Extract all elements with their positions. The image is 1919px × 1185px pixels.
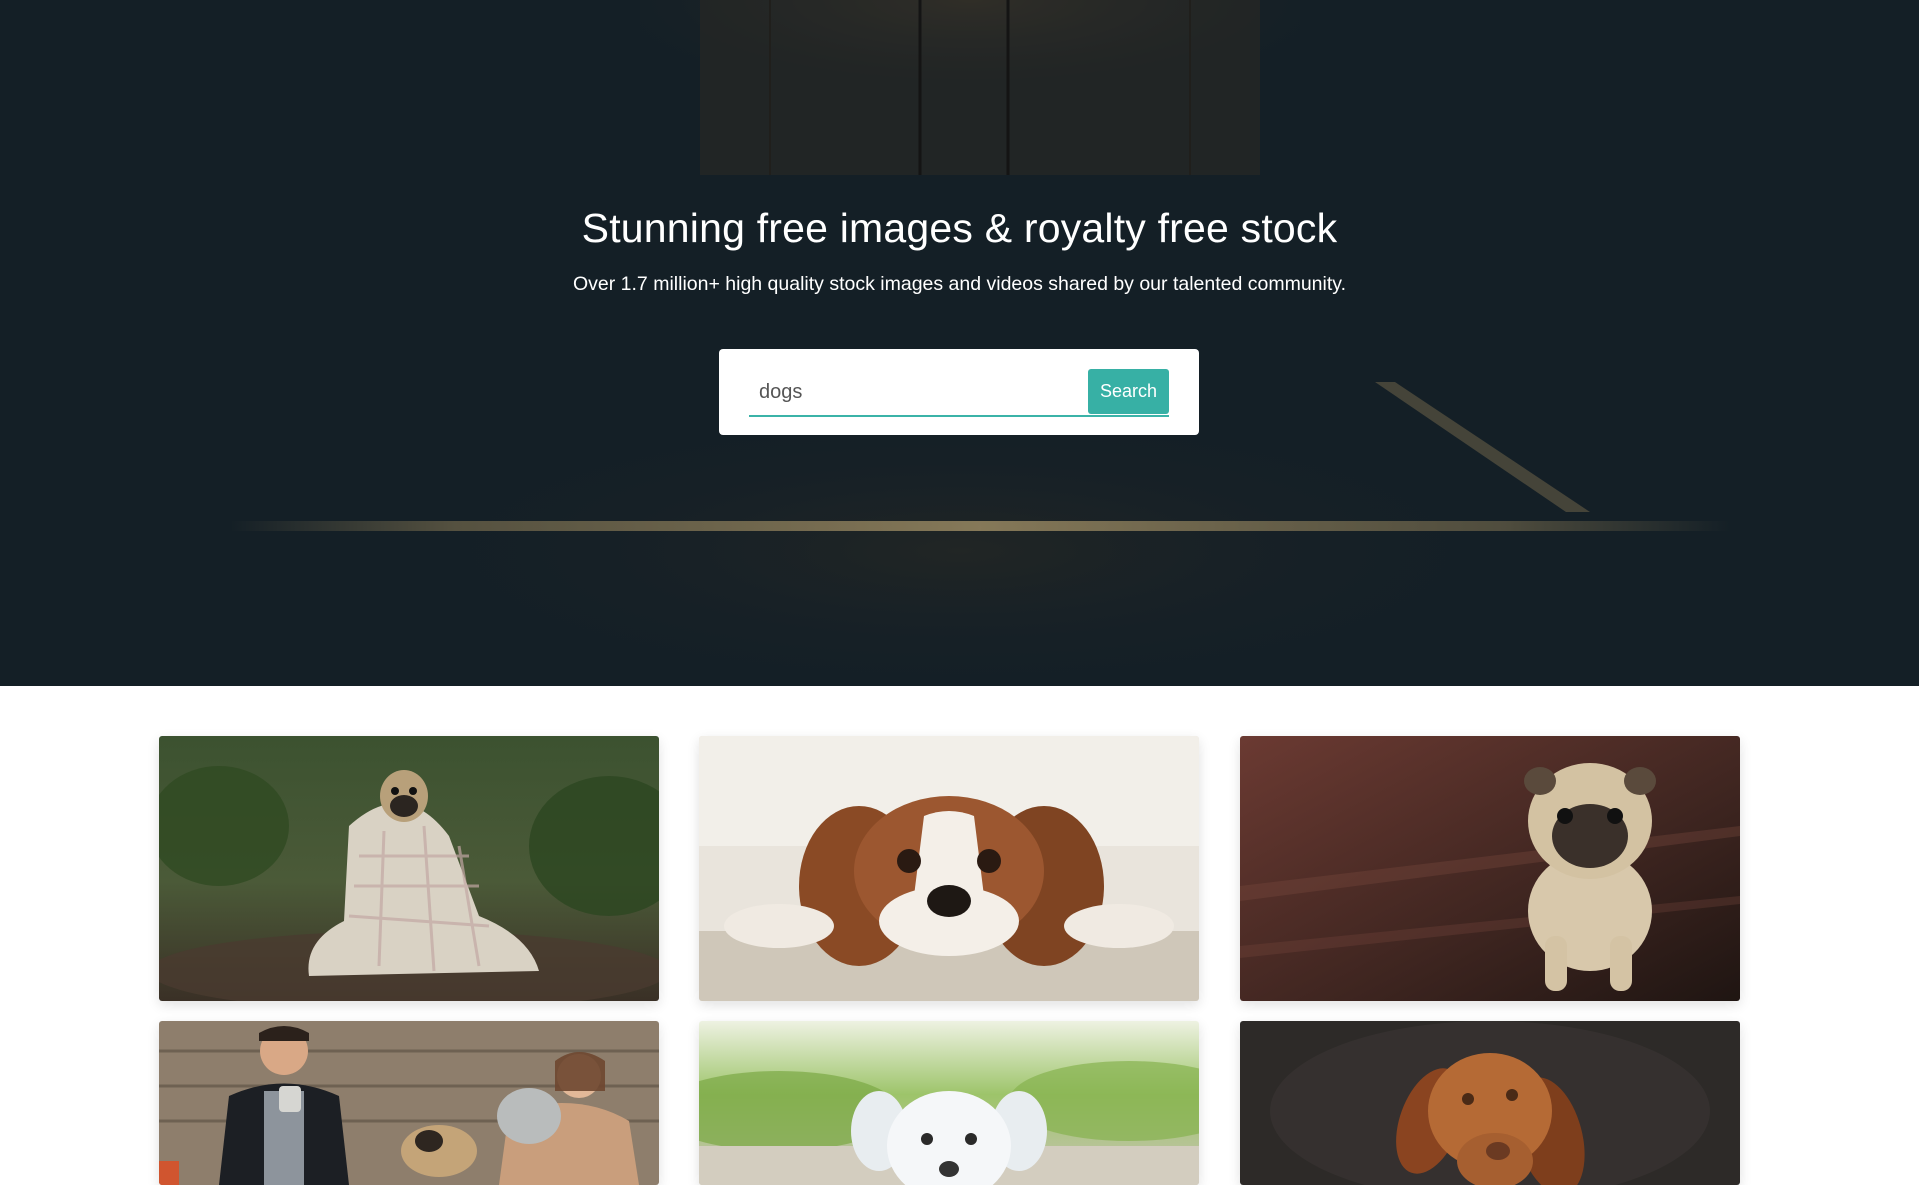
- vizsla-image: [1240, 1021, 1740, 1185]
- hero-subtitle: Over 1.7 million+ high quality stock ima…: [573, 273, 1346, 295]
- spaniel-puppy-image: [699, 736, 1199, 1001]
- search-box: Search: [719, 349, 1199, 435]
- search-input-underline: [749, 415, 1169, 417]
- hero-title: Stunning free images & royalty free stoc…: [581, 205, 1338, 251]
- gallery-image-couple-with-pug[interactable]: [159, 1021, 659, 1185]
- hero-banner: Stunning free images & royalty free stoc…: [0, 0, 1919, 686]
- search-button[interactable]: Search: [1088, 369, 1169, 414]
- white-puppy-image: [699, 1021, 1199, 1185]
- gallery-image-pug-puppy[interactable]: [1240, 736, 1740, 1001]
- pug-puppy-image: [1240, 736, 1740, 1001]
- gallery-image-pug-blanket[interactable]: [159, 736, 659, 1001]
- gallery-image-spaniel-puppy[interactable]: [699, 736, 1199, 1001]
- pug-blanket-image: [159, 736, 659, 1001]
- gallery-image-white-puppy[interactable]: [699, 1021, 1199, 1185]
- gallery-image-vizsla[interactable]: [1240, 1021, 1740, 1185]
- couple-with-pug-image: [159, 1021, 659, 1185]
- search-input[interactable]: [749, 369, 1079, 415]
- hero-background-image: [0, 0, 1919, 686]
